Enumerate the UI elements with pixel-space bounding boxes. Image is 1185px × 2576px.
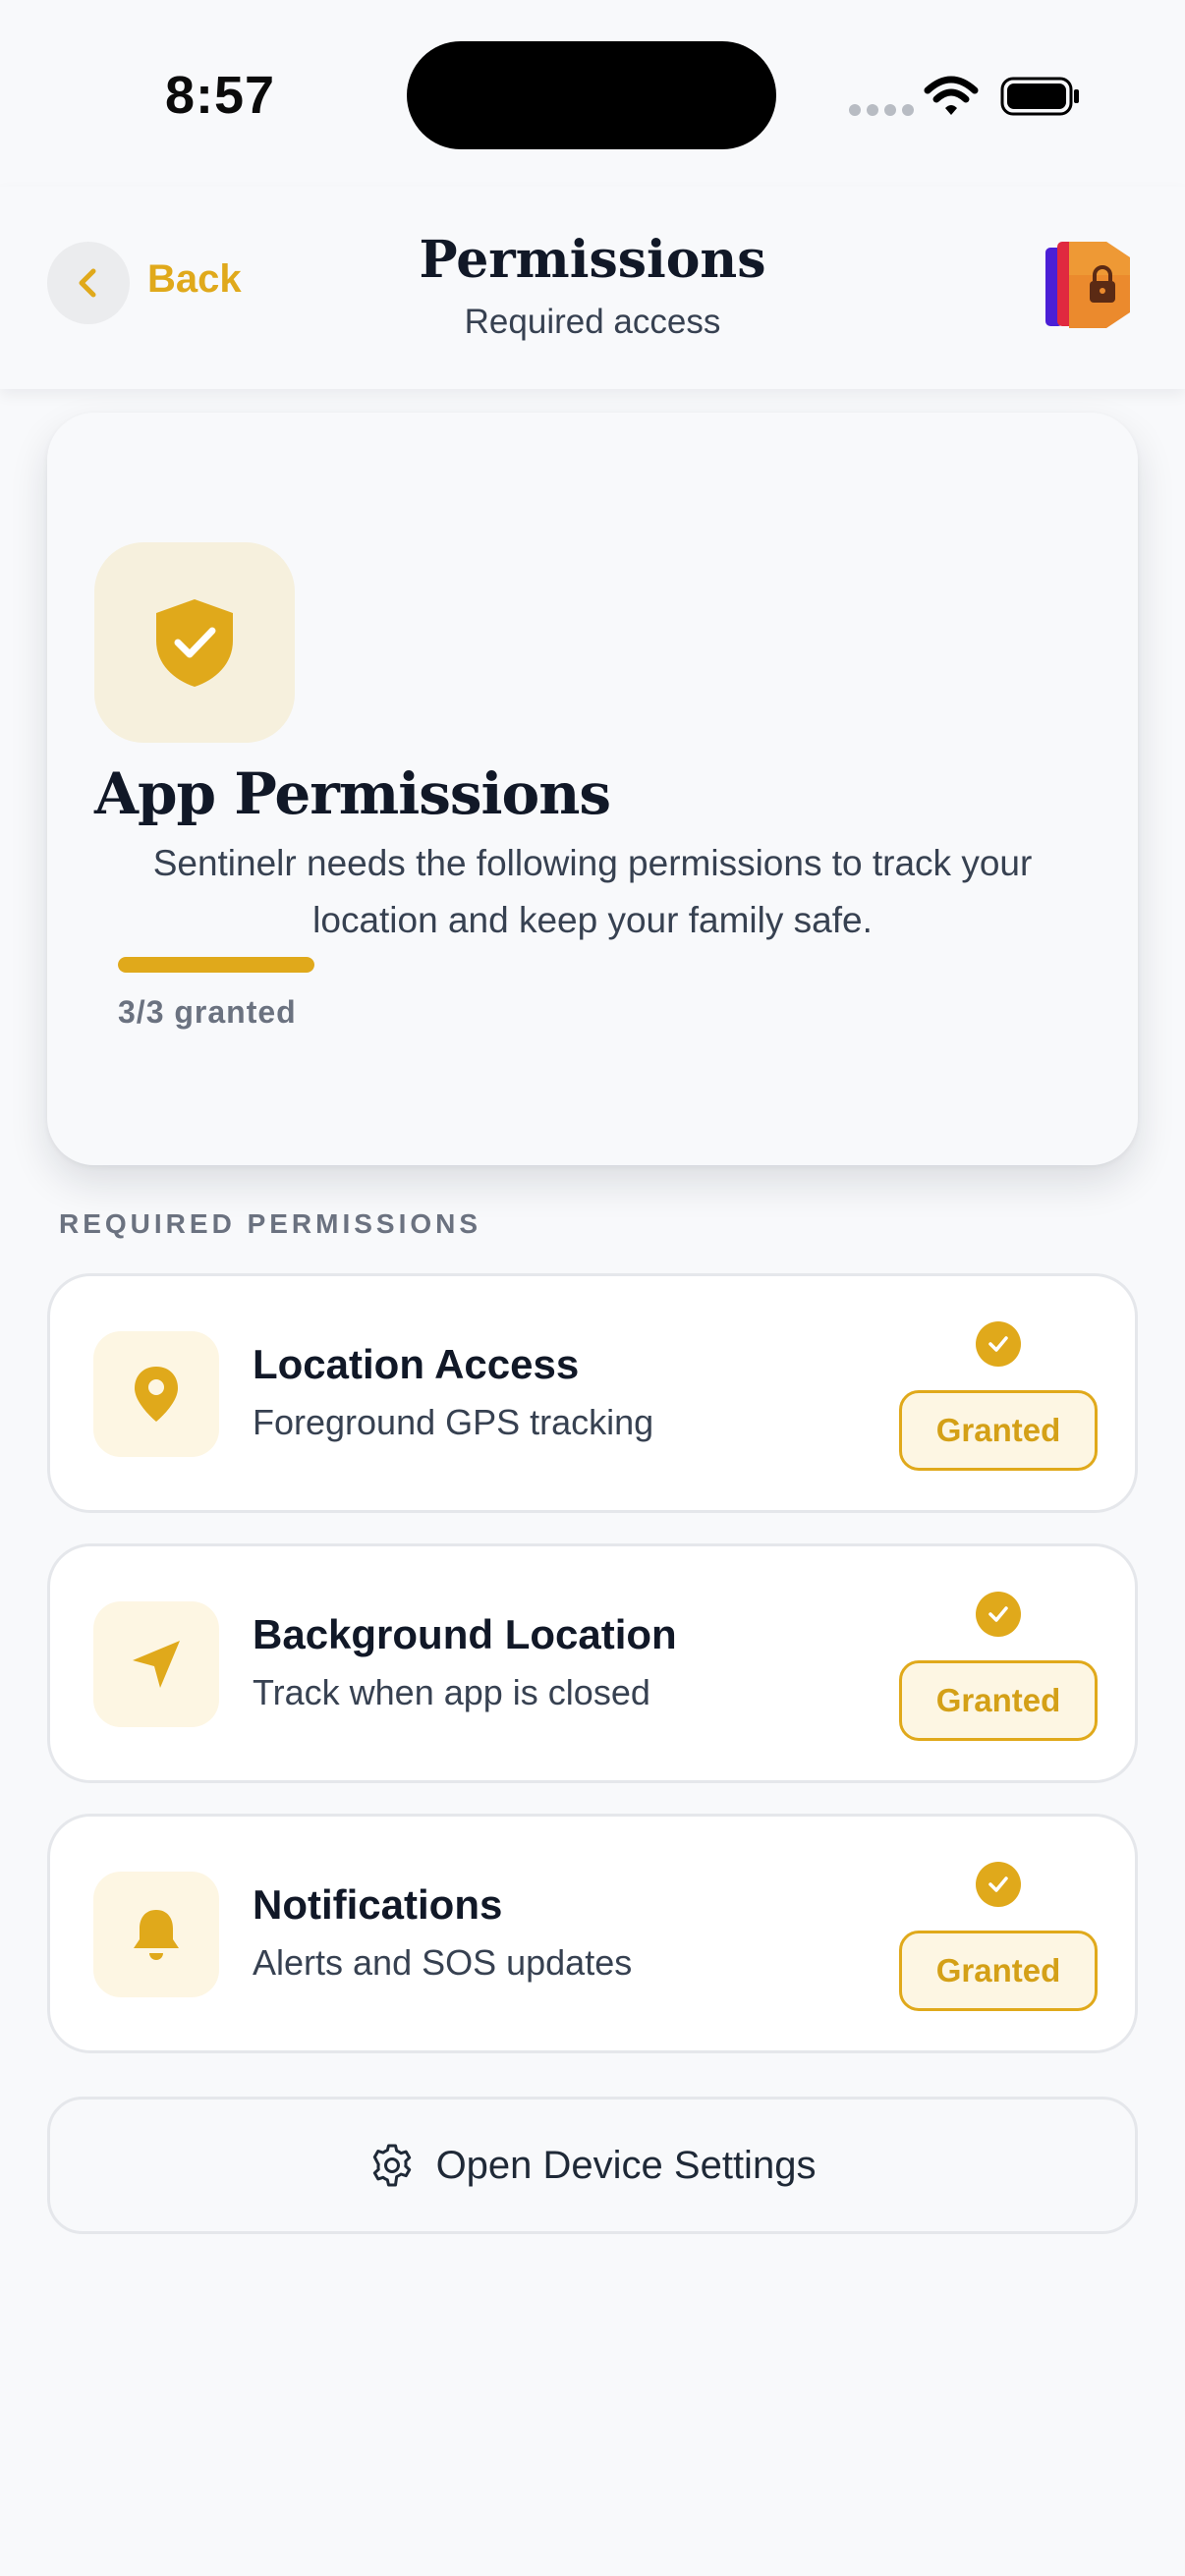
check-circle-icon [976,1592,1021,1637]
granted-badge: Granted [899,1390,1098,1471]
permission-icon-container [93,1331,219,1457]
section-heading: REQUIRED PERMISSIONS [59,1208,482,1239]
progress-fill [118,957,314,973]
gear-icon [372,2144,411,2187]
battery-icon [1000,77,1079,116]
shield-icon-container [94,542,295,743]
permission-subtitle: Alerts and SOS updates [253,1942,633,1983]
progress-label: 3/3 granted [118,994,297,1030]
open-device-settings-button[interactable]: Open Device Settings [47,2097,1138,2234]
status-bar: 8:57 [0,0,1185,187]
settings-button-label: Open Device Settings [435,2143,817,2187]
permission-card-location[interactable]: Location Access Foreground GPS tracking … [47,1273,1138,1513]
permissions-summary-card: App Permissions Sentinelr needs the foll… [47,413,1138,1165]
check-circle-icon [976,1321,1021,1367]
permission-icon-container [93,1872,219,1997]
check-circle-icon [976,1862,1021,1907]
cellular-signal-icon [849,104,914,116]
dynamic-island [407,41,776,149]
permissions-progress-bar [118,957,314,973]
wifi-icon [924,76,979,115]
permission-title: Background Location [253,1611,677,1657]
permission-subtitle: Foreground GPS tracking [253,1402,654,1442]
permission-card-notifications[interactable]: Notifications Alerts and SOS updates Gra… [47,1814,1138,2053]
granted-badge: Granted [899,1660,1098,1741]
page-title: Permissions [419,230,766,290]
permission-card-background-location[interactable]: Background Location Track when app is cl… [47,1543,1138,1783]
status-time: 8:57 [165,66,276,125]
bell-icon [134,1910,179,1960]
permission-icon-container [93,1601,219,1727]
shield-check-icon [156,599,233,687]
page-subtitle: Required access [464,303,721,341]
permission-subtitle: Track when app is closed [253,1672,650,1712]
app-logo-icon [1045,242,1130,328]
location-pin-icon [135,1367,178,1422]
navigation-arrow-icon [133,1641,180,1688]
card-description: Sentinelr needs the following permission… [152,843,1033,940]
permission-title: Location Access [253,1341,580,1387]
navigation-header: Back Permissions Required access [0,187,1185,389]
permission-title: Notifications [253,1881,503,1928]
card-title: App Permissions [94,760,611,827]
granted-badge: Granted [899,1931,1098,2011]
